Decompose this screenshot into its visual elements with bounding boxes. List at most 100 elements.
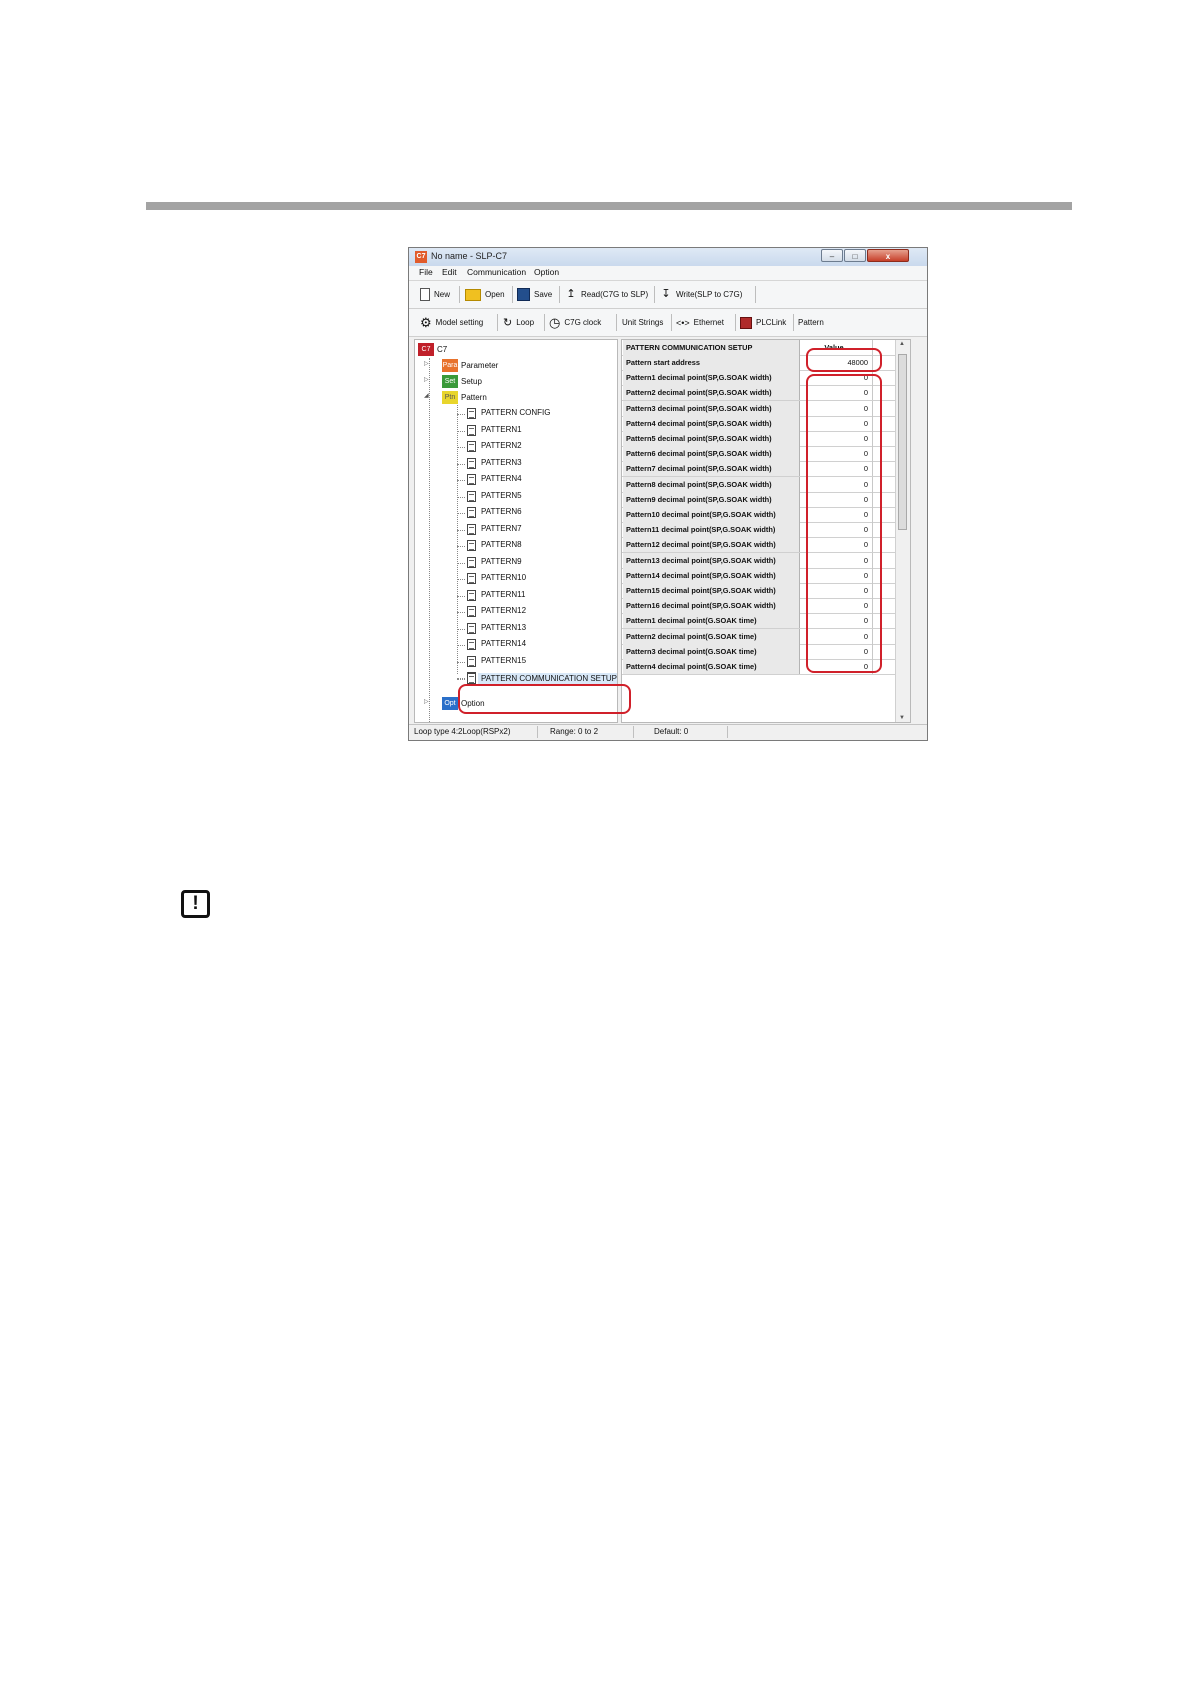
unit-strings-button[interactable]: Unit Strings <box>622 314 663 331</box>
model-setting-button[interactable]: ⚙ Model setting <box>420 314 483 331</box>
document-icon <box>467 540 476 551</box>
scroll-thumb[interactable] <box>898 354 907 530</box>
tree-item-pattern-child[interactable]: PATTERN11 <box>481 590 525 599</box>
file-toolbar: New Open Save ↥ Read(C7G to SLP) ↧ Write… <box>409 281 927 309</box>
grid-row-label: Pattern10 decimal point(SP,G.SOAK width) <box>623 507 800 522</box>
tree-item-pattern-child[interactable]: PATTERN CONFIG <box>481 408 550 417</box>
grid-row-label: Pattern12 decimal point(SP,G.SOAK width) <box>623 537 800 553</box>
tree-item-setup[interactable]: Setup <box>461 377 482 386</box>
title-bar[interactable]: C7 No name - SLP-C7 – □ x <box>409 248 927 266</box>
plc-icon <box>740 316 752 329</box>
tree-view: C7 C7 ▷ Para Parameter ▷ Set Setup ◢ Ptn… <box>414 339 618 723</box>
settings-toolbar: ⚙ Model setting ↻ Loop ◷ C7G clock Unit … <box>409 309 927 337</box>
download-icon: ↧ <box>661 288 671 300</box>
grid-row-label: Pattern14 decimal point(SP,G.SOAK width) <box>623 567 800 583</box>
document-icon <box>467 622 476 634</box>
grid-row-label: Pattern3 decimal point(SP,G.SOAK width) <box>623 400 800 416</box>
tree-item-pattern-child[interactable]: PATTERN1 <box>481 425 522 434</box>
highlight-start-address <box>806 348 882 372</box>
toolbar-separator <box>616 314 617 331</box>
vertical-scrollbar[interactable]: ▲ ▼ <box>895 340 910 722</box>
status-bar: Loop type 4:2Loop(RSPx2) Range: 0 to 2 D… <box>409 724 927 740</box>
ethernet-icon: <•> <box>676 317 690 328</box>
tree-item-pattern-child[interactable]: PATTERN3 <box>481 458 522 467</box>
tree-item-pattern-child[interactable]: PATTERN12 <box>481 606 526 615</box>
open-button[interactable]: Open <box>465 286 505 303</box>
pattern-badge-icon: Ptn <box>442 391 458 404</box>
toolbar-separator <box>544 314 545 331</box>
document-icon <box>467 589 476 601</box>
folder-icon <box>465 288 481 301</box>
ethernet-button[interactable]: <•> Ethernet <box>676 314 724 331</box>
c7g-clock-button[interactable]: ◷ C7G clock <box>549 314 601 331</box>
grid-row-label: Pattern4 decimal point(G.SOAK time) <box>623 659 800 674</box>
grid-row-label: Pattern11 decimal point(SP,G.SOAK width) <box>623 522 800 538</box>
expand-arrow-icon[interactable]: ▷ <box>424 698 429 705</box>
menu-edit[interactable]: Edit <box>442 267 457 277</box>
caution-icon: ! <box>181 890 210 918</box>
grid-row-label: Pattern start address <box>623 355 800 370</box>
tree-item-pattern-child[interactable]: PATTERN13 <box>481 623 526 632</box>
tree-item-pattern-child[interactable]: PATTERN14 <box>481 639 526 648</box>
document-icon <box>467 507 476 518</box>
highlight-decimal-values <box>806 374 882 673</box>
tree-item-pattern-child[interactable]: PATTERN4 <box>481 474 522 483</box>
new-file-icon <box>420 288 430 301</box>
grid-row-label: Pattern9 decimal point(SP,G.SOAK width) <box>623 491 800 507</box>
collapse-arrow-icon[interactable]: ◢ <box>424 392 429 399</box>
status-range: Range: 0 to 2 <box>550 727 599 736</box>
tree-item-pattern-communication-setup[interactable]: PATTERN COMMUNICATION SETUP <box>478 673 617 684</box>
grid-row-label: Pattern1 decimal point(SP,G.SOAK width) <box>623 370 800 386</box>
tree-item-pattern-child[interactable]: PATTERN7 <box>481 524 522 533</box>
maximize-icon[interactable]: □ <box>844 249 866 262</box>
toolbar-separator <box>459 286 460 303</box>
menu-file[interactable]: File <box>419 267 433 277</box>
tree-item-pattern-child[interactable]: PATTERN9 <box>481 557 522 566</box>
menu-communication[interactable]: Communication <box>467 267 526 277</box>
toolbar-separator <box>671 314 672 331</box>
document-icon <box>467 457 476 469</box>
minimize-icon[interactable]: – <box>821 249 843 262</box>
menu-bar: File Edit Communication Option <box>409 266 927 281</box>
toolbar-separator <box>512 286 513 303</box>
menu-option[interactable]: Option <box>534 267 559 277</box>
toolbar-separator <box>559 286 560 303</box>
plclink-button[interactable]: PLCLink <box>740 314 786 331</box>
setup-badge-icon: Set <box>442 375 458 388</box>
document-icon <box>467 606 476 617</box>
save-button[interactable]: Save <box>517 286 552 303</box>
pattern-button[interactable]: Pattern <box>798 314 824 331</box>
grid-row-label: Pattern2 decimal point(SP,G.SOAK width) <box>623 385 800 401</box>
grid-row-label: Pattern13 decimal point(SP,G.SOAK width) <box>623 552 800 568</box>
tree-item-pattern[interactable]: Pattern <box>461 393 487 402</box>
tree-item-pattern-child[interactable]: PATTERN8 <box>481 540 522 549</box>
tree-item-pattern-child[interactable]: PATTERN6 <box>481 507 522 516</box>
read-button[interactable]: ↥ Read(C7G to SLP) <box>565 286 648 303</box>
grid-row-label: Pattern7 decimal point(SP,G.SOAK width) <box>623 461 800 477</box>
option-badge-icon: Opt <box>442 697 458 710</box>
expand-arrow-icon[interactable]: ▷ <box>424 376 429 383</box>
tree-item-pattern-child[interactable]: PATTERN15 <box>481 656 526 665</box>
grid-row-label: Pattern15 decimal point(SP,G.SOAK width) <box>623 583 800 598</box>
document-icon <box>467 441 476 452</box>
tree-item-pattern-child[interactable]: PATTERN5 <box>481 491 522 500</box>
tree-item-pattern-child[interactable]: PATTERN10 <box>481 573 526 582</box>
close-icon[interactable]: x <box>867 249 909 262</box>
scroll-up-icon[interactable]: ▲ <box>899 341 905 347</box>
toolbar-separator <box>755 286 756 303</box>
grid-row-label: Pattern6 decimal point(SP,G.SOAK width) <box>623 446 800 462</box>
scroll-down-icon[interactable]: ▼ <box>899 715 905 721</box>
loop-button[interactable]: ↻ Loop <box>503 314 534 331</box>
grid-row-label: Pattern3 decimal point(G.SOAK time) <box>623 643 800 659</box>
tree-root-c7[interactable]: C7 <box>437 345 447 354</box>
tree-item-parameter[interactable]: Parameter <box>461 361 498 370</box>
loop-icon: ↻ <box>503 317 513 329</box>
status-default: Default: 0 <box>654 727 689 736</box>
tree-item-pattern-child[interactable]: PATTERN2 <box>481 441 522 450</box>
document-icon <box>467 424 476 436</box>
document-icon <box>467 655 476 667</box>
expand-arrow-icon[interactable]: ▷ <box>424 360 429 367</box>
new-button[interactable]: New <box>420 286 450 303</box>
write-button[interactable]: ↧ Write(SLP to C7G) <box>660 286 742 303</box>
document-icon <box>467 573 476 584</box>
